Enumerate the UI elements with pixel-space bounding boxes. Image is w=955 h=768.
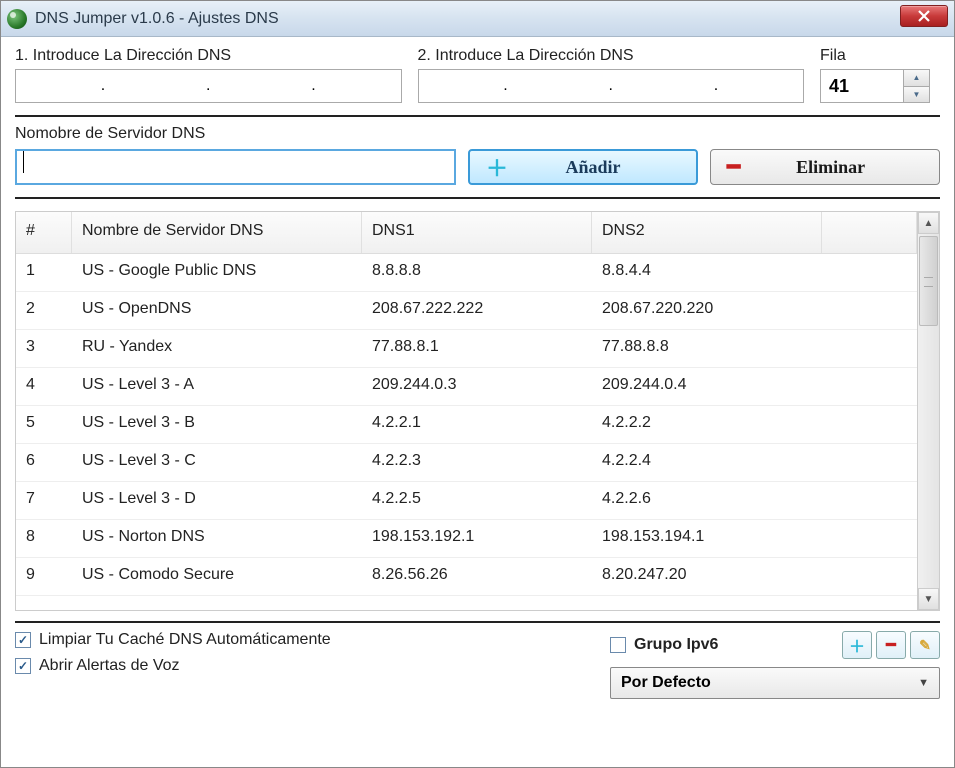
cell-dns1: 208.67.222.222 <box>362 292 592 329</box>
cell-dns1: 77.88.8.1 <box>362 330 592 367</box>
table-header: # Nombre de Servidor DNS DNS1 DNS2 <box>16 212 917 254</box>
window-title: DNS Jumper v1.0.6 - Ajustes DNS <box>35 10 279 28</box>
cell-dns2: 198.153.194.1 <box>592 520 822 557</box>
cell-name: US - Level 3 - B <box>72 406 362 443</box>
table-row[interactable]: 7US - Level 3 - D4.2.2.54.2.2.6 <box>16 482 917 520</box>
minus-icon: ━ <box>886 635 896 655</box>
table-row[interactable]: 1US - Google Public DNS8.8.8.88.8.4.4 <box>16 254 917 292</box>
cell-dns2: 4.2.2.2 <box>592 406 822 443</box>
scroll-down-icon[interactable]: ▼ <box>918 588 939 610</box>
clear-cache-label: Limpiar Tu Caché DNS Automáticamente <box>39 631 331 649</box>
cell-num: 8 <box>16 520 72 557</box>
row-spin-down[interactable]: ▼ <box>904 87 929 103</box>
server-name-label: Nomobre de Servidor DNS <box>15 125 940 143</box>
cell-dns2: 208.67.220.220 <box>592 292 822 329</box>
cell-num: 2 <box>16 292 72 329</box>
scroll-thumb[interactable] <box>919 236 938 326</box>
cell-num: 1 <box>16 254 72 291</box>
table-row[interactable]: 3RU - Yandex77.88.8.177.88.8.8 <box>16 330 917 368</box>
cell-dns1: 4.2.2.3 <box>362 444 592 481</box>
cell-dns1: 209.244.0.3 <box>362 368 592 405</box>
group-add-button[interactable]: ＋ <box>842 631 872 659</box>
cell-dns1: 8.26.56.26 <box>362 558 592 595</box>
cell-dns1: 198.153.192.1 <box>362 520 592 557</box>
edit-icon: ✎ <box>919 637 931 654</box>
table-row[interactable]: 9US - Comodo Secure8.26.56.268.20.247.20 <box>16 558 917 596</box>
cell-dns2: 77.88.8.8 <box>592 330 822 367</box>
titlebar[interactable]: DNS Jumper v1.0.6 - Ajustes DNS <box>1 1 954 37</box>
dns1-input[interactable]: . . . <box>15 69 402 103</box>
table-row[interactable]: 4US - Level 3 - A209.244.0.3209.244.0.4 <box>16 368 917 406</box>
cell-num: 6 <box>16 444 72 481</box>
cell-name: US - Comodo Secure <box>72 558 362 595</box>
dropdown-value: Por Defecto <box>621 674 711 692</box>
cell-num: 9 <box>16 558 72 595</box>
col-dns1[interactable]: DNS1 <box>362 212 592 253</box>
row-label: Fila <box>820 47 940 65</box>
col-num[interactable]: # <box>16 212 72 253</box>
close-icon <box>918 10 930 22</box>
cell-dns2: 4.2.2.4 <box>592 444 822 481</box>
table-row[interactable]: 2US - OpenDNS208.67.222.222208.67.220.22… <box>16 292 917 330</box>
col-name[interactable]: Nombre de Servidor DNS <box>72 212 362 253</box>
table-row[interactable]: 8US - Norton DNS198.153.192.1198.153.194… <box>16 520 917 558</box>
cell-dns2: 4.2.2.6 <box>592 482 822 519</box>
scroll-up-icon[interactable]: ▲ <box>918 212 939 234</box>
separator <box>15 115 940 117</box>
cell-num: 7 <box>16 482 72 519</box>
group-remove-button[interactable]: ━ <box>876 631 906 659</box>
cell-dns2: 209.244.0.4 <box>592 368 822 405</box>
cell-num: 5 <box>16 406 72 443</box>
row-spin-up[interactable]: ▲ <box>904 70 929 87</box>
scroll-track[interactable] <box>918 234 939 588</box>
cell-name: US - Level 3 - C <box>72 444 362 481</box>
close-button[interactable] <box>900 5 948 27</box>
table-row[interactable]: 6US - Level 3 - C4.2.2.34.2.2.4 <box>16 444 917 482</box>
chevron-down-icon: ▼ <box>918 677 929 689</box>
group-edit-button[interactable]: ✎ <box>910 631 940 659</box>
voice-alerts-checkbox[interactable]: Abrir Alertas de Voz <box>15 657 598 675</box>
dns2-input[interactable]: . . . <box>418 69 805 103</box>
delete-button[interactable]: ━ Eliminar <box>710 149 940 185</box>
cell-name: US - Norton DNS <box>72 520 362 557</box>
cell-name: US - Level 3 - A <box>72 368 362 405</box>
cell-name: US - Level 3 - D <box>72 482 362 519</box>
clear-cache-checkbox[interactable]: Limpiar Tu Caché DNS Automáticamente <box>15 631 598 649</box>
dns2-label: 2. Introduce La Dirección DNS <box>418 47 805 65</box>
ipv6-group-checkbox[interactable]: Grupo Ipv6 <box>610 636 718 654</box>
cell-dns1: 4.2.2.5 <box>362 482 592 519</box>
cell-dns1: 4.2.2.1 <box>362 406 592 443</box>
group-dropdown[interactable]: Por Defecto ▼ <box>610 667 940 699</box>
cell-name: RU - Yandex <box>72 330 362 367</box>
dns1-label: 1. Introduce La Dirección DNS <box>15 47 402 65</box>
separator <box>15 621 940 623</box>
server-name-input[interactable] <box>15 149 456 185</box>
plus-icon: ＋ <box>486 151 508 183</box>
checkbox-icon <box>15 632 31 648</box>
checkbox-icon <box>15 658 31 674</box>
cell-dns1: 8.8.8.8 <box>362 254 592 291</box>
add-button[interactable]: ＋ Añadir <box>468 149 698 185</box>
ipv6-group-label: Grupo Ipv6 <box>634 636 718 654</box>
cell-name: US - Google Public DNS <box>72 254 362 291</box>
table-row[interactable]: 5US - Level 3 - B4.2.2.14.2.2.2 <box>16 406 917 444</box>
col-dns2[interactable]: DNS2 <box>592 212 822 253</box>
app-icon <box>7 9 27 29</box>
cell-name: US - OpenDNS <box>72 292 362 329</box>
row-input[interactable] <box>820 69 904 103</box>
vertical-scrollbar[interactable]: ▲ ▼ <box>917 212 939 610</box>
checkbox-icon <box>610 637 626 653</box>
cell-num: 3 <box>16 330 72 367</box>
separator <box>15 197 940 199</box>
cell-dns2: 8.20.247.20 <box>592 558 822 595</box>
cell-num: 4 <box>16 368 72 405</box>
dns-table: # Nombre de Servidor DNS DNS1 DNS2 1US -… <box>15 211 940 611</box>
plus-icon: ＋ <box>849 633 865 657</box>
cell-dns2: 8.8.4.4 <box>592 254 822 291</box>
voice-alerts-label: Abrir Alertas de Voz <box>39 657 180 675</box>
col-spare <box>822 212 917 253</box>
